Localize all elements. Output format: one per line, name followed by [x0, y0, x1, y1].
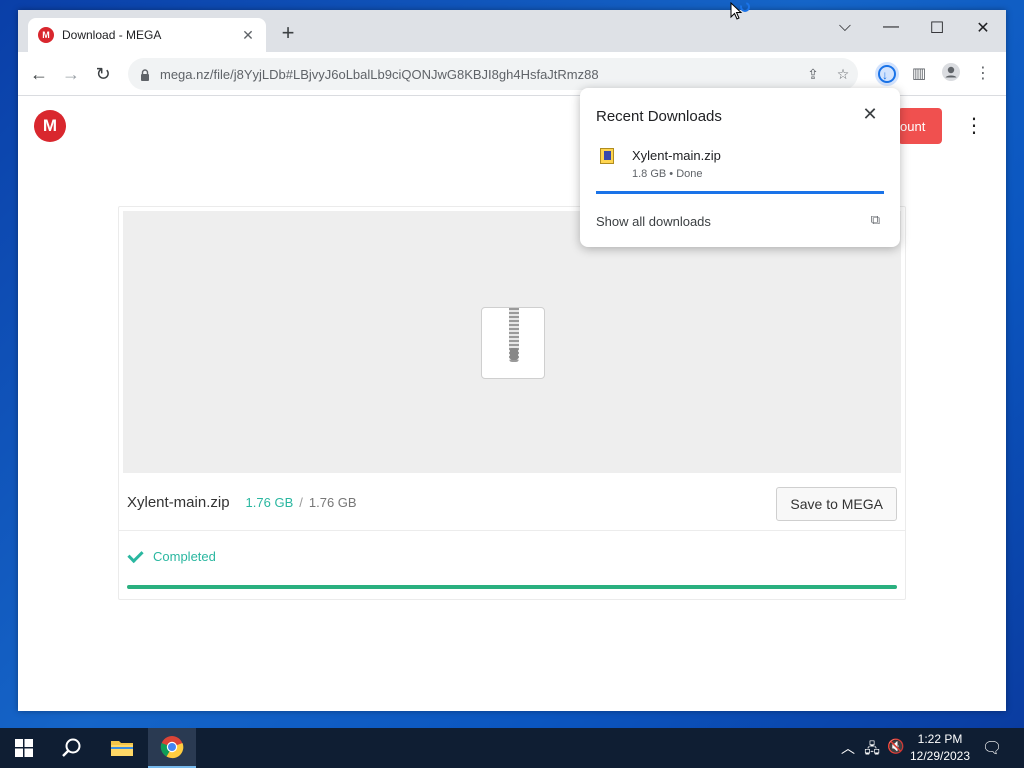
close-icon[interactable]: ✕ — [860, 104, 880, 125]
search-button[interactable] — [48, 728, 96, 768]
back-button[interactable]: ← — [26, 61, 52, 87]
downloads-bubble: Recent Downloads ✕ Xylent-main.zip 1.8 G… — [580, 88, 900, 247]
reload-button[interactable]: ↻ — [90, 61, 116, 87]
network-icon[interactable]: 🖧 — [862, 738, 882, 762]
show-all-downloads-link[interactable]: Show all downloads — [596, 214, 711, 229]
chrome-icon — [160, 736, 184, 759]
progress-fill — [127, 585, 897, 589]
file-preview — [123, 211, 901, 473]
browser-menu-icon[interactable]: ⋮ — [971, 62, 995, 86]
total-size: 1.76 GB — [308, 495, 357, 510]
zip-file-icon — [600, 148, 614, 164]
create-account-button[interactable]: ount — [898, 108, 942, 144]
download-item-name[interactable]: Xylent-main.zip — [632, 148, 721, 163]
url-text[interactable]: mega.nz/file/j8YyjLDb#LBjvyJ6oLbalLb9ciQ… — [160, 67, 798, 82]
taskbar: ︿ 🖧 🔇 1:22 PM 12/29/2023 🗨 — [0, 728, 1024, 768]
downloads-icon[interactable] — [875, 62, 899, 87]
file-name: Xylent-main.zip — [127, 494, 230, 511]
download-item-progress — [596, 191, 884, 194]
clock-time: 1:22 PM — [917, 732, 963, 746]
tab-search-button[interactable]: ⌵ — [830, 18, 860, 36]
maximize-button[interactable]: ☐ — [922, 18, 952, 38]
tab-close-icon[interactable]: ✕ — [240, 27, 256, 44]
download-item-progress-fill — [596, 191, 884, 194]
search-icon — [62, 738, 81, 757]
browser-window: M Download - MEGA ✕ + ⌵ — ☐ ✕ ← → ↻ mega… — [18, 10, 1006, 711]
bookmark-star-icon[interactable]: ☆ — [828, 66, 858, 83]
save-to-mega-button[interactable]: Save to MEGA — [776, 487, 897, 521]
clock-date: 12/29/2023 — [909, 749, 971, 763]
file-explorer-button[interactable] — [98, 728, 146, 768]
chrome-taskbar-button[interactable] — [148, 728, 196, 768]
file-card: Xylent-main.zip 1.76 GB / 1.76 GB Save t… — [118, 206, 906, 600]
status-text: Completed — [153, 548, 216, 564]
downloads-bubble-title: Recent Downloads — [596, 108, 722, 125]
checkmark-icon — [127, 547, 145, 565]
title-bar: M Download - MEGA ✕ + ⌵ — ☐ ✕ — [18, 10, 1006, 52]
open-external-icon[interactable]: ⧉ — [871, 212, 880, 228]
download-status: Completed — [127, 547, 216, 565]
new-tab-button[interactable]: + — [276, 22, 300, 46]
size-separator: / — [299, 495, 303, 510]
notifications-icon[interactable]: 🗨 — [982, 738, 1002, 758]
minimize-button[interactable]: — — [876, 18, 906, 36]
side-panel-icon[interactable]: ▥ — [907, 62, 931, 86]
download-item-meta: 1.8 GB • Done — [632, 168, 703, 180]
tab-title: Download - MEGA — [62, 28, 162, 42]
volume-muted-icon[interactable]: 🔇 — [886, 738, 906, 755]
mega-favicon-icon: M — [38, 27, 54, 43]
taskbar-clock[interactable]: 1:22 PM 12/29/2023 — [906, 731, 974, 765]
mega-logo[interactable]: M — [34, 110, 66, 142]
zip-file-icon — [481, 307, 545, 379]
share-icon[interactable]: ⇪ — [798, 66, 828, 83]
download-progress-bar — [127, 585, 897, 589]
start-button[interactable] — [0, 728, 48, 768]
tab-download-mega[interactable]: M Download - MEGA ✕ — [28, 18, 266, 52]
file-info-row: Xylent-main.zip 1.76 GB / 1.76 GB Save t… — [119, 475, 905, 531]
folder-icon — [111, 741, 133, 756]
windows-logo-icon — [15, 739, 33, 757]
profile-avatar-icon[interactable] — [939, 62, 963, 86]
address-bar[interactable]: mega.nz/file/j8YyjLDb#LBjvyJ6oLbalLb9ciQ… — [128, 58, 858, 90]
page-menu-icon[interactable]: ⋮ — [964, 114, 984, 138]
downloaded-size: 1.76 GB — [245, 495, 294, 510]
forward-button[interactable]: → — [58, 61, 84, 87]
show-hidden-icons-icon[interactable]: ︿ — [838, 738, 858, 758]
lock-icon — [140, 68, 150, 81]
mouse-cursor-icon — [730, 1, 752, 24]
close-window-button[interactable]: ✕ — [968, 18, 998, 38]
